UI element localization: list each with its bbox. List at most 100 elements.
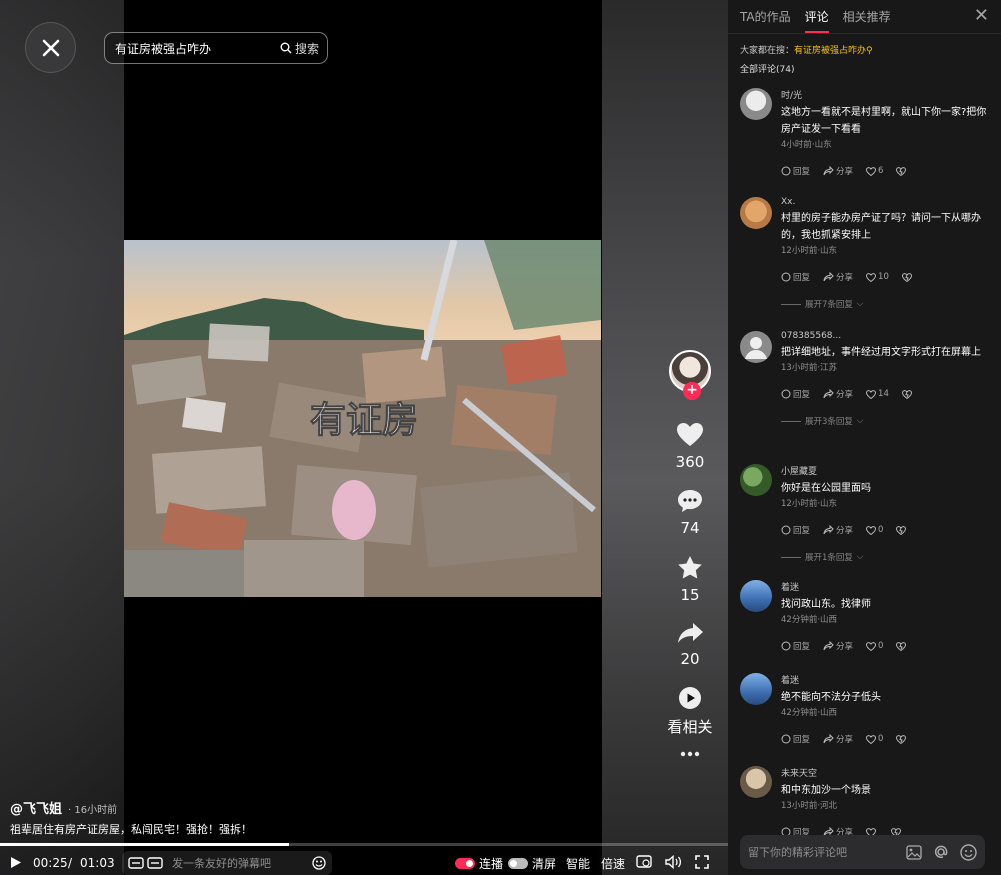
quality-button[interactable]: 智能 <box>566 855 590 872</box>
dislike-button[interactable] <box>901 389 912 399</box>
dislike-button[interactable] <box>901 272 912 282</box>
more-icon <box>680 751 700 757</box>
reply-label: 回复 <box>793 526 811 536</box>
comment-username[interactable]: 时/光 <box>781 88 991 101</box>
play-icon[interactable] <box>10 856 22 869</box>
reply-button[interactable]: 回复 <box>781 165 810 177</box>
comment-username[interactable]: 着迷 <box>781 580 991 593</box>
comment-like-button[interactable]: 10 <box>866 272 889 282</box>
image-icon[interactable] <box>906 844 922 860</box>
comment-text: 找问政山东。找律师 <box>781 599 871 610</box>
tab-related[interactable]: 相关推荐 <box>843 0 891 34</box>
danmaku-input[interactable]: 发一条友好的弹幕吧 <box>172 855 312 871</box>
search-input[interactable] <box>115 41 280 55</box>
emoji-icon[interactable] <box>312 856 326 870</box>
comment-username[interactable]: 着迷 <box>781 673 991 686</box>
comment-avatar[interactable] <box>740 197 772 229</box>
expand-replies-button[interactable]: 展开7条回复 ⌵ <box>781 298 991 310</box>
reply-button[interactable]: 回复 <box>781 388 810 400</box>
expand-divider <box>781 420 801 422</box>
comment-avatar[interactable] <box>740 464 772 496</box>
expand-replies-button[interactable]: 展开3条回复 ⌵ <box>781 415 991 427</box>
close-button[interactable] <box>25 22 76 73</box>
reply-button[interactable]: 回复 <box>781 733 810 745</box>
expand-label: 展开1条回复 <box>805 553 853 563</box>
reply-icon <box>781 272 791 282</box>
comment-username[interactable]: 078385568... <box>781 331 991 341</box>
related-button[interactable]: 看相关 <box>667 686 713 737</box>
expand-replies-button[interactable]: 展开1条回复 ⌵ <box>781 551 991 563</box>
dislike-button[interactable] <box>896 525 907 535</box>
comment-input[interactable] <box>748 845 900 859</box>
danmaku-toggle-icon[interactable] <box>128 856 164 870</box>
comment-avatar[interactable] <box>740 88 772 120</box>
comment-like-button[interactable]: 0 <box>866 734 883 744</box>
comment-username[interactable]: Xx. <box>781 197 991 207</box>
comment-like-button[interactable]: 0 <box>866 641 883 651</box>
duration: 01:03 <box>80 856 115 870</box>
chevron-down-icon: ⌵ <box>856 416 864 426</box>
comment-actions: 回复 分享 10 <box>781 271 991 283</box>
dislike-button[interactable] <box>896 734 907 744</box>
share-comment-button[interactable]: 分享 <box>823 165 853 177</box>
comment-text: 这地方一看就不是村里啊，就山下你一家?把你房产证发一下看看 <box>781 107 987 135</box>
dislike-button[interactable] <box>896 641 907 651</box>
comment-username[interactable]: 未来天空 <box>781 766 991 779</box>
comment-button[interactable]: 74 <box>677 489 703 537</box>
mention-icon[interactable] <box>932 843 950 861</box>
share-comment-button[interactable]: 分享 <box>823 733 853 745</box>
speed-label: 倍速 <box>601 857 626 871</box>
tab-works[interactable]: TA的作品 <box>740 0 791 34</box>
reply-button[interactable]: 回复 <box>781 271 810 283</box>
share-button[interactable]: 20 <box>677 622 704 668</box>
reply-label: 回复 <box>793 273 811 283</box>
follow-button[interactable]: + <box>683 382 701 400</box>
share-comment-button[interactable]: 分享 <box>823 388 853 400</box>
comment-username[interactable]: 小屋藏夏 <box>781 464 991 477</box>
comment-avatar[interactable] <box>740 580 772 612</box>
comment-avatar[interactable] <box>740 673 772 705</box>
search-button[interactable]: 搜索 <box>280 40 319 57</box>
comment-like-button[interactable]: 6 <box>866 166 883 176</box>
share-comment-button[interactable]: 分享 <box>823 271 853 283</box>
panel-close-icon[interactable]: ✕ <box>974 5 989 26</box>
share-comment-button[interactable]: 分享 <box>823 640 853 652</box>
expand-label: 展开7条回复 <box>805 300 853 310</box>
more-button[interactable] <box>680 751 700 757</box>
share-comment-button[interactable]: 分享 <box>823 524 853 536</box>
comment-like-button[interactable]: 14 <box>866 389 889 399</box>
volume-button[interactable] <box>665 855 682 869</box>
reply-label: 回复 <box>793 735 811 745</box>
share-label: 分享 <box>836 642 854 652</box>
reply-button[interactable]: 回复 <box>781 524 810 536</box>
comment-actions: 回复 分享 6 <box>781 165 991 177</box>
hot-search-link[interactable]: 有证房被强占咋办 <box>794 46 866 56</box>
favorite-button[interactable]: 15 <box>677 555 703 604</box>
tab-comments[interactable]: 评论 <box>804 0 829 34</box>
comment-meta: 12小时前·山东 <box>781 246 838 256</box>
speed-button[interactable]: 倍速 <box>601 855 625 872</box>
dislike-button[interactable] <box>896 166 907 176</box>
clear-screen-toggle[interactable]: 清屏 <box>508 855 556 872</box>
comment-avatar[interactable] <box>740 331 772 363</box>
comment-avatar[interactable] <box>740 766 772 798</box>
fullscreen-button[interactable] <box>695 855 709 869</box>
autoplay-toggle[interactable]: 连播 <box>455 855 503 872</box>
author-avatar[interactable]: + <box>669 350 711 400</box>
pip-button[interactable] <box>636 855 652 869</box>
comment-panel: TA的作品 评论 相关推荐 ✕ 大家都在搜：有证房被强占咋办⚲ 全部评论(74)… <box>728 0 1001 875</box>
reply-button[interactable]: 回复 <box>781 640 810 652</box>
author-name[interactable]: @飞飞姐 <box>10 798 62 817</box>
default-avatar-icon <box>745 337 767 359</box>
reply-icon <box>781 734 791 744</box>
progress-fill <box>0 843 290 846</box>
star-icon <box>678 556 702 579</box>
like-button[interactable]: 360 <box>676 422 704 471</box>
broken-heart-icon <box>896 641 907 651</box>
progress-bar[interactable] <box>0 843 728 846</box>
comment-meta: 13小时前·江苏 <box>781 363 838 373</box>
comment-like-button[interactable]: 0 <box>866 525 883 535</box>
current-time: 00:25 <box>33 856 68 870</box>
emoji-icon[interactable] <box>960 843 977 861</box>
reply-label: 回复 <box>793 167 811 177</box>
